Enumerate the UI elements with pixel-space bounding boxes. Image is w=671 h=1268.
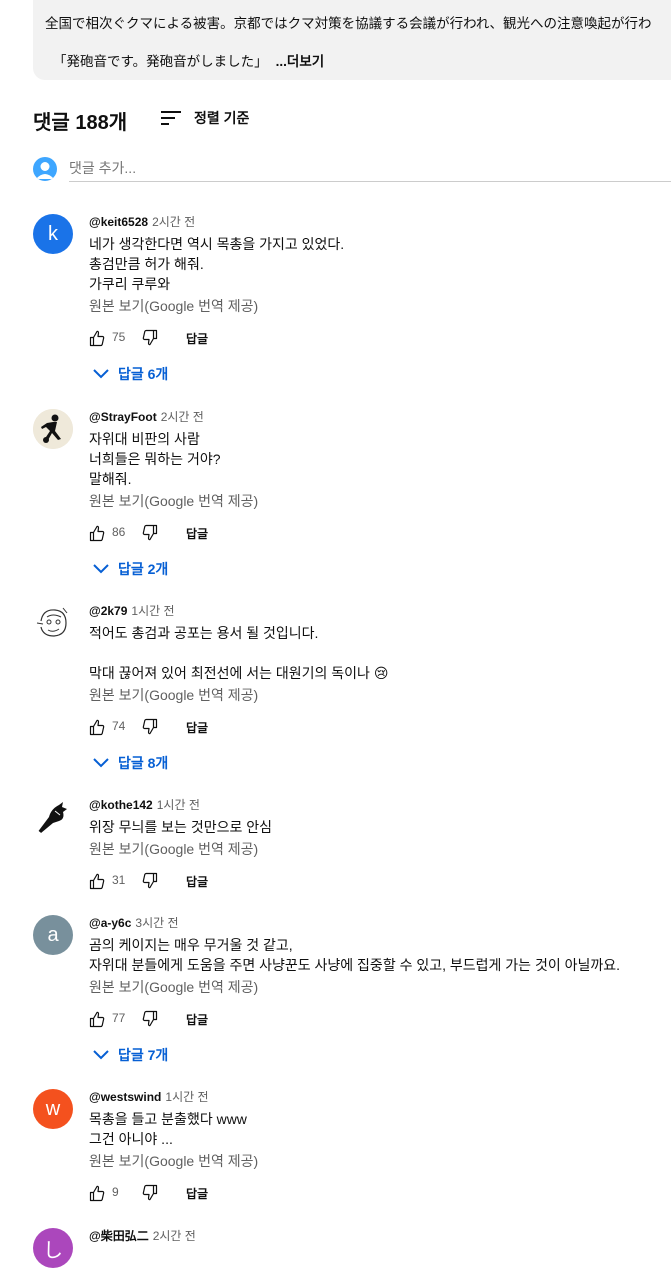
view-original-link[interactable]: 원본 보기(Google 번역 제공) [89, 296, 671, 316]
like-icon[interactable] [89, 326, 105, 350]
comment-text: 곰의 케이지는 매우 무거울 것 같고, 자위대 분들에게 도움을 주면 사냥꾼… [89, 937, 621, 973]
chevron-down-icon [93, 758, 109, 768]
comments-count-title: 댓글 188개 [33, 112, 128, 134]
view-original-link[interactable]: 원본 보기(Google 번역 제공) [89, 977, 671, 997]
view-original-link[interactable]: 원본 보기(Google 번역 제공) [89, 839, 671, 859]
description-quote-text: 「発砲音です。発砲音がしました」 [53, 54, 268, 69]
chevron-down-icon [93, 369, 109, 379]
avatar[interactable]: k [33, 214, 73, 254]
comment-text-line: 막대 끊어져 있어 최전선에 서는 대원기의 독이나 😢 [89, 665, 389, 681]
like-count: 74 [112, 719, 126, 733]
comment-time[interactable]: 1시간 전 [131, 604, 174, 618]
reply-button[interactable]: 답글 [186, 330, 208, 347]
description-text: 全国で相次ぐクマによる被害。京都ではクマ対策を協議する会議が行われ、観光への注意… [45, 16, 652, 31]
like-count: 75 [112, 330, 126, 344]
comment-text: 위장 무늬를 보는 것만으로 안심 [89, 819, 272, 835]
comment-text: 목총을 들고 분출했다 www 그건 아니야 ... [89, 1111, 247, 1147]
animal-silhouette-avatar-icon[interactable] [33, 797, 73, 837]
comment-time[interactable]: 3시간 전 [135, 916, 178, 930]
comment-time[interactable]: 2시간 전 [161, 410, 204, 424]
reply-button[interactable]: 답글 [186, 1185, 208, 1202]
dislike-icon[interactable] [142, 1007, 158, 1031]
description-quote: 「発砲音です。発砲音がしました」 ...더보기 [53, 50, 324, 70]
like-count: 9 [112, 1185, 119, 1199]
user-avatar-icon [33, 157, 57, 181]
show-more-button[interactable]: ...더보기 [276, 54, 325, 69]
chevron-down-icon [93, 1050, 109, 1060]
comment-author[interactable]: @keit6528 [89, 215, 148, 229]
sketch-face-avatar-icon[interactable] [33, 603, 73, 643]
sort-icon [161, 111, 181, 125]
replies-count: 답글 8개 [118, 755, 169, 771]
replies-count: 답글 6개 [118, 366, 169, 382]
sort-label: 정렬 기준 [194, 110, 250, 126]
comment-text: 적어도 총검과 공포는 용서 될 것입니다. 막대 끊어져 있어 최전선에 서는… [89, 623, 671, 683]
comment-author[interactable]: @StrayFoot [89, 410, 157, 424]
view-original-link[interactable]: 원본 보기(Google 번역 제공) [89, 1151, 671, 1171]
comment-time[interactable]: 1시간 전 [165, 1090, 208, 1104]
chevron-down-icon [93, 564, 109, 574]
description-box[interactable]: 全国で相次ぐクマによる被害。京都ではクマ対策を協議する会議が行われ、観光への注意… [33, 0, 671, 80]
comment-author[interactable]: @a-y6c [89, 916, 131, 930]
view-original-link[interactable]: 원본 보기(Google 번역 제공) [89, 685, 671, 705]
comment-text: 네가 생각한다면 역시 목총을 가지고 있었다. 총검만큼 허가 해줘. 가쿠리… [89, 236, 345, 292]
comment-time[interactable]: 2시간 전 [153, 1229, 196, 1243]
like-icon[interactable] [89, 521, 105, 545]
comment-author[interactable]: @westswind [89, 1090, 161, 1104]
avatar[interactable]: a [33, 915, 73, 955]
like-icon[interactable] [89, 715, 105, 739]
add-comment-input[interactable] [69, 155, 671, 182]
view-replies-button[interactable]: 답글 2개 [92, 559, 168, 579]
like-icon[interactable] [89, 1007, 105, 1031]
comment-author[interactable]: @2k79 [89, 604, 127, 618]
view-replies-button[interactable]: 답글 7개 [92, 1045, 168, 1065]
dislike-icon[interactable] [142, 715, 158, 739]
dislike-icon[interactable] [142, 326, 158, 350]
view-replies-button[interactable]: 답글 6개 [92, 364, 168, 384]
like-count: 86 [112, 525, 126, 539]
dislike-icon[interactable] [142, 521, 158, 545]
reply-button[interactable]: 답글 [186, 525, 208, 542]
like-count: 77 [112, 1011, 126, 1025]
like-icon[interactable] [89, 869, 105, 893]
comment-author[interactable]: @柴田弘二 [89, 1229, 149, 1243]
avatar[interactable]: し [33, 1228, 73, 1268]
sort-button[interactable]: 정렬 기준 [160, 106, 249, 130]
dislike-icon[interactable] [142, 1181, 158, 1205]
view-replies-button[interactable]: 답글 8개 [92, 753, 168, 773]
like-count: 31 [112, 873, 126, 887]
avatar[interactable]: w [33, 1089, 73, 1129]
add-comment-row [33, 155, 671, 183]
comment-text-line: 적어도 총검과 공포는 용서 될 것입니다. [89, 625, 319, 641]
reply-button[interactable]: 답글 [186, 719, 208, 736]
replies-count: 답글 7개 [118, 1047, 169, 1063]
like-icon[interactable] [89, 1181, 105, 1205]
comment-text: 자위대 비판의 사람 너희들은 뭐하는 거야? 말해줘. [89, 431, 221, 487]
comment-author[interactable]: @kothe142 [89, 798, 153, 812]
replies-count: 답글 2개 [118, 561, 169, 577]
comment-time[interactable]: 1시간 전 [157, 798, 200, 812]
dislike-icon[interactable] [142, 869, 158, 893]
reply-button[interactable]: 답글 [186, 873, 208, 890]
reply-button[interactable]: 답글 [186, 1011, 208, 1028]
soccer-player-avatar-icon[interactable] [33, 409, 73, 449]
view-original-link[interactable]: 원본 보기(Google 번역 제공) [89, 491, 671, 511]
comment-time[interactable]: 2시간 전 [152, 215, 195, 229]
